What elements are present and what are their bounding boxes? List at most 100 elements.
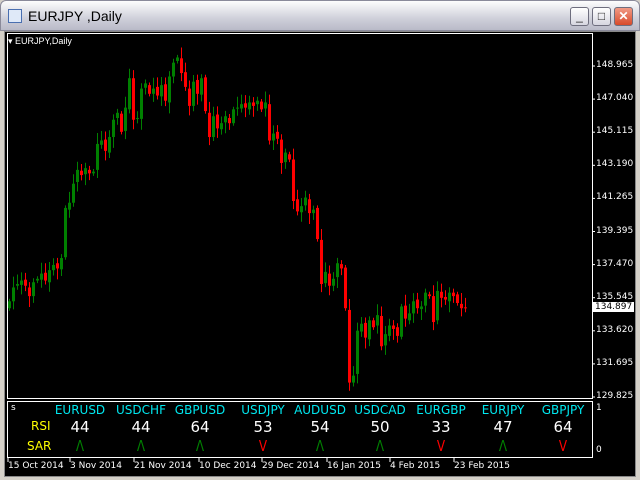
chart-symbol-label[interactable]: ▾ EURJPY,Daily — [8, 36, 72, 47]
sar-arrow-icon: V — [258, 437, 268, 455]
candle-body — [168, 76, 171, 103]
candle-body — [380, 315, 383, 347]
date-axis-label: 29 Dec 2014 — [262, 461, 320, 471]
pair-symbol: GBPUSD — [174, 403, 226, 417]
candle-body — [348, 309, 351, 383]
candle-body — [140, 88, 143, 119]
candle-body — [100, 140, 103, 145]
candle-body — [432, 296, 435, 323]
candle-body — [52, 264, 55, 271]
candle-body — [88, 169, 91, 174]
candle-body — [340, 264, 343, 269]
candle-body — [352, 375, 355, 383]
candle-body — [372, 320, 375, 328]
candle-body — [240, 104, 243, 109]
candle-body — [452, 292, 455, 297]
rsi-value: 50 — [370, 418, 390, 436]
candle-body — [400, 306, 403, 337]
candle-body — [320, 239, 323, 285]
price-axis-label: 145.115 — [596, 126, 634, 137]
candle-body — [256, 100, 259, 105]
candle-body — [8, 301, 11, 309]
candle-body — [336, 263, 339, 278]
candle-body — [132, 78, 135, 120]
candle-body — [308, 199, 311, 214]
candle-body — [204, 77, 207, 112]
candle-body — [48, 270, 51, 283]
sar-arrow-icon: V — [436, 437, 446, 455]
candle-body — [296, 199, 299, 212]
candle-body — [368, 320, 371, 340]
candle-body — [244, 103, 247, 108]
candle-body — [60, 258, 63, 270]
candle-body — [248, 102, 251, 110]
candle-body — [456, 294, 459, 304]
candle-body — [440, 291, 443, 298]
pair-symbol: USDCHF — [116, 403, 166, 417]
candle-body — [92, 171, 95, 174]
indicator-scale-top: 1 — [596, 403, 602, 413]
candle-body — [268, 104, 271, 141]
candle-body — [72, 183, 75, 203]
candle-body — [304, 197, 307, 206]
date-axis-label: 4 Feb 2015 — [390, 461, 441, 471]
candle-body — [220, 123, 223, 130]
rsi-value: 54 — [310, 418, 330, 436]
price-axis-label: 141.265 — [596, 192, 634, 203]
sar-arrow-icon: Λ — [136, 437, 146, 455]
candle-body — [152, 88, 155, 94]
candle-body — [272, 133, 275, 141]
price-axis-label: 147.040 — [596, 93, 634, 104]
candle-body — [32, 282, 35, 297]
candle-body — [224, 116, 227, 123]
rsi-value: 64 — [190, 418, 210, 436]
candle-body — [36, 278, 39, 281]
candle-body — [24, 279, 27, 286]
date-axis-label: 15 Oct 2014 — [8, 461, 64, 471]
candle-body — [228, 118, 231, 124]
date-axis-label: 16 Jan 2015 — [327, 461, 381, 471]
candle-body — [40, 273, 43, 280]
candle-body — [12, 287, 15, 302]
candle-body — [148, 85, 151, 94]
candle-body — [384, 334, 387, 346]
indicator-corner-label: s — [11, 403, 16, 413]
price-axis-label: 139.395 — [596, 225, 634, 236]
candle-body — [44, 272, 47, 281]
pair-symbol: USDJPY — [241, 403, 285, 417]
candle-body — [160, 85, 163, 97]
candle-body — [344, 267, 347, 309]
candle-body — [464, 307, 467, 309]
candle-body — [136, 118, 139, 120]
price-axis-label: 143.190 — [596, 159, 634, 170]
main-chart-border — [7, 33, 593, 399]
candle-body — [292, 159, 295, 202]
candle-body — [56, 263, 59, 269]
candle-body — [332, 278, 335, 286]
candle-body — [284, 152, 287, 163]
candle-body — [448, 292, 451, 302]
candle-body — [164, 84, 167, 101]
candle-body — [212, 116, 215, 138]
price-axis-label: 129.825 — [596, 391, 634, 401]
indicator-scale-bottom: 0 — [596, 445, 602, 455]
pair-symbol: EURGBP — [416, 403, 466, 417]
candle-body — [312, 209, 315, 214]
rsi-value: 33 — [431, 418, 451, 436]
candle-body — [120, 113, 123, 132]
rsi-value: 53 — [253, 418, 273, 436]
candle-body — [116, 112, 119, 119]
candle-body — [360, 323, 363, 332]
candle-body — [208, 112, 211, 138]
candle-body — [300, 206, 303, 213]
candle-body — [420, 306, 423, 310]
rsi-value: 44 — [131, 418, 151, 436]
candle-body — [156, 86, 159, 96]
candle-body — [280, 139, 283, 163]
rsi-row-label: RSI — [31, 419, 51, 433]
sar-arrow-icon: Λ — [315, 437, 325, 455]
sar-arrow-icon: V — [558, 437, 568, 455]
candle-body — [172, 62, 175, 77]
sar-row-label: SAR — [27, 439, 52, 453]
date-axis-label: 10 Dec 2014 — [199, 461, 257, 471]
